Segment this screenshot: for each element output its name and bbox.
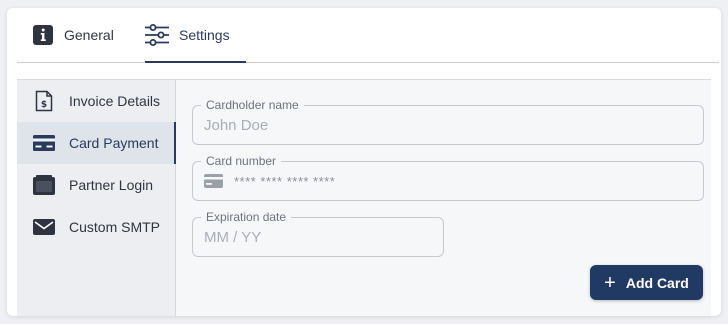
- sidebar-item-label: Custom SMTP: [69, 219, 161, 235]
- envelope-icon: [33, 216, 55, 238]
- tab-bar: General Settings: [17, 8, 719, 63]
- credit-card-icon: [33, 132, 55, 154]
- wallet-icon: [33, 174, 55, 196]
- sidebar-item-invoice-details[interactable]: $ Invoice Details: [17, 80, 175, 122]
- sidebar-item-partner-login[interactable]: Partner Login: [17, 164, 175, 206]
- sliders-icon: [145, 24, 169, 46]
- tab-general-label: General: [64, 27, 114, 43]
- add-card-label: Add Card: [625, 274, 689, 291]
- sidebar-item-card-payment[interactable]: Card Payment: [17, 122, 176, 164]
- sidebar-item-label: Card Payment: [69, 135, 159, 151]
- info-icon: [33, 25, 53, 45]
- settings-panel: $ Invoice Details Card Payment Partner L…: [17, 79, 721, 316]
- card-number-input[interactable]: [234, 162, 721, 200]
- expiration-date-field: Expiration date: [192, 209, 444, 257]
- credit-card-icon: [204, 174, 223, 188]
- card-number-field: Card number: [192, 153, 721, 201]
- invoice-icon: $: [33, 90, 55, 112]
- cardholder-name-field: Cardholder name: [192, 97, 704, 145]
- sidebar-item-custom-smtp[interactable]: Custom SMTP: [17, 206, 175, 248]
- sidebar-item-label: Partner Login: [69, 177, 154, 193]
- settings-card: General Settings $ Invoice Details Card …: [7, 8, 721, 316]
- tab-settings[interactable]: Settings: [145, 8, 246, 63]
- plus-icon: +: [604, 271, 616, 294]
- expiration-date-input[interactable]: [204, 218, 434, 256]
- cardholder-name-input[interactable]: [204, 106, 694, 144]
- sidebar-item-label: Invoice Details: [69, 93, 161, 109]
- tab-general[interactable]: General: [33, 8, 114, 62]
- settings-sidebar: $ Invoice Details Card Payment Partner L…: [17, 80, 176, 316]
- add-card-button[interactable]: + Add Card: [590, 265, 703, 300]
- tab-settings-label: Settings: [179, 27, 230, 43]
- svg-text:$: $: [41, 100, 47, 110]
- card-payment-form: Cardholder name Card number Expiration d…: [176, 80, 721, 316]
